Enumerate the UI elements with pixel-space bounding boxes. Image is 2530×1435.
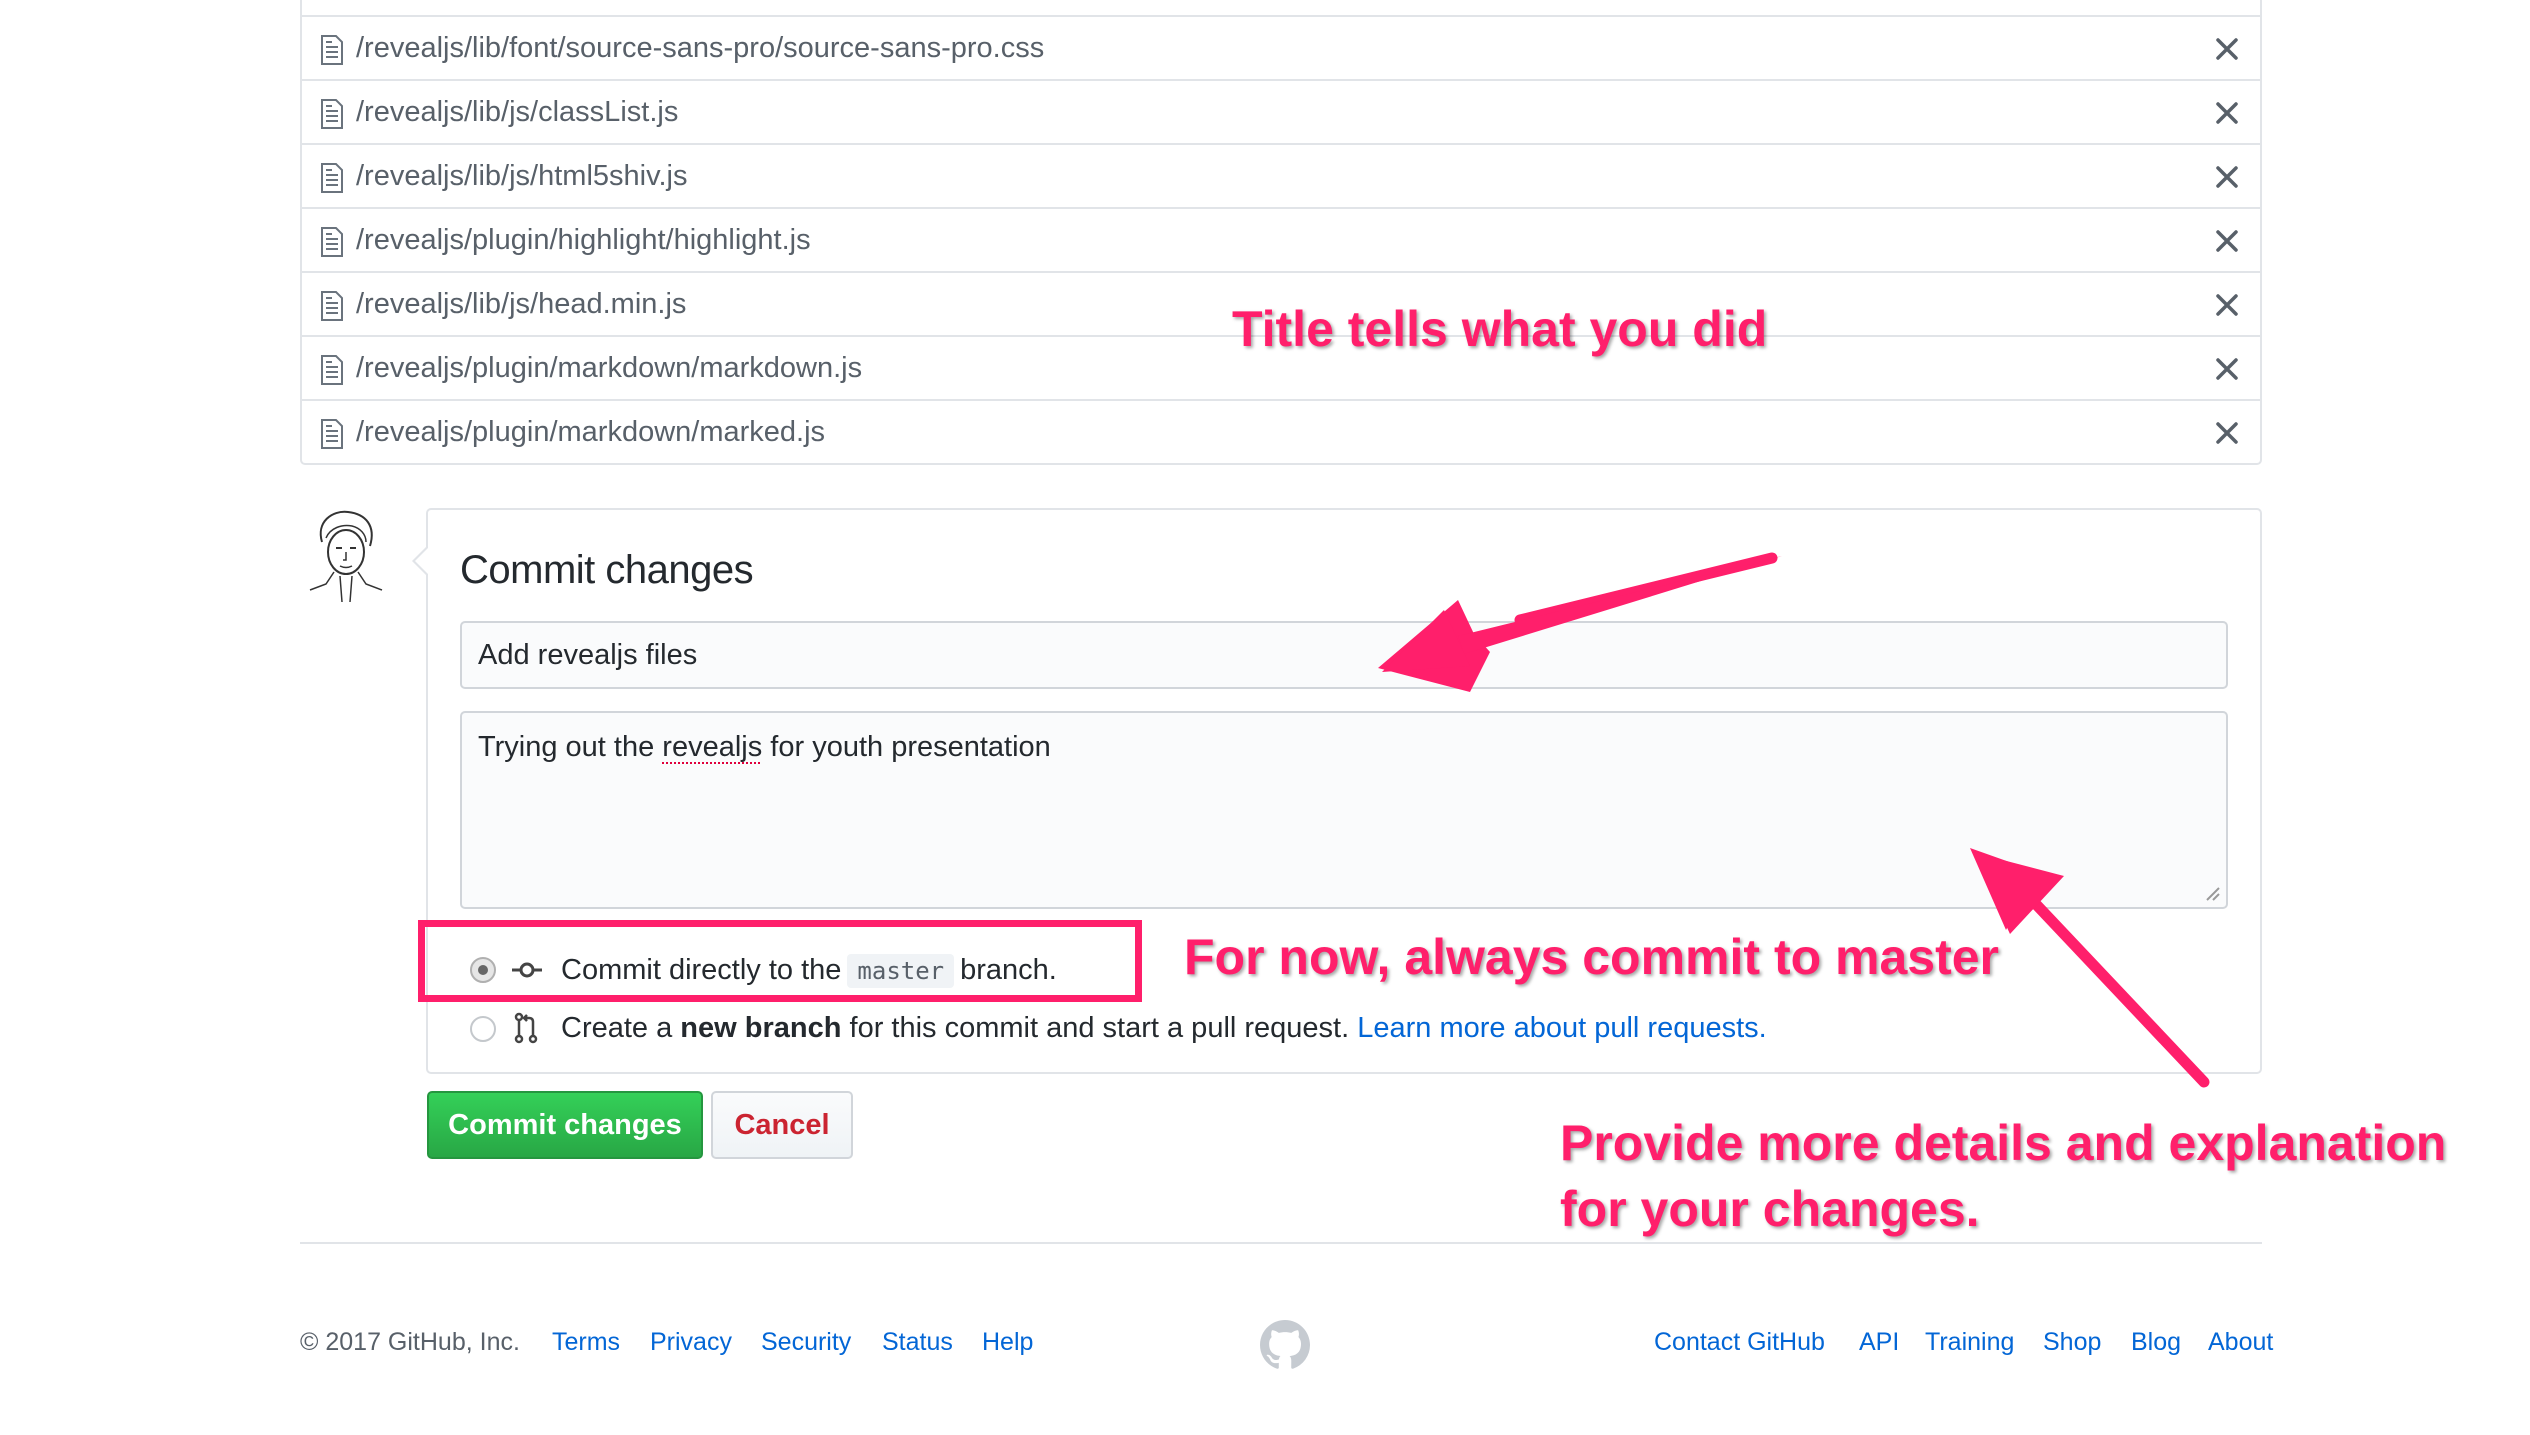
description-text: Trying out the <box>478 731 663 763</box>
misspelled-word: revealjs <box>662 731 763 763</box>
avatar <box>309 510 383 603</box>
file-row: /revealjs/plugin/markdown/marked.js <box>302 399 2260 463</box>
learn-more-pull-requests-link[interactable]: Learn more about pull requests. <box>1357 1012 1766 1044</box>
commit-summary-input[interactable]: Add revealjs files <box>460 621 2228 689</box>
file-text-icon <box>321 227 343 257</box>
commit-changes-button[interactable]: Commit changes <box>427 1091 703 1159</box>
new-branch-prefix: Create a <box>561 1012 673 1044</box>
footer-link-status[interactable]: Status <box>882 1326 953 1358</box>
file-text-icon <box>321 35 343 65</box>
file-path: /revealjs/lib/js/head.min.js <box>356 288 687 320</box>
file-text-icon <box>321 163 343 193</box>
x-icon[interactable] <box>2214 420 2240 446</box>
commit-heading: Commit changes <box>460 548 754 592</box>
commit-description-textarea[interactable]: Trying out the revealjs for youth presen… <box>460 711 2228 909</box>
footer-divider <box>300 1242 2262 1244</box>
description-text-end: for youth presentation <box>762 731 1051 763</box>
file-text-icon <box>321 291 343 321</box>
file-text-icon <box>321 99 343 129</box>
new-branch-bold: new branch <box>680 1012 842 1044</box>
file-text-icon <box>321 355 343 385</box>
x-icon[interactable] <box>2214 228 2240 254</box>
footer-link-about[interactable]: About <box>2208 1326 2273 1358</box>
footer-link-security[interactable]: Security <box>761 1326 851 1358</box>
file-row: /revealjs/lib/js/classList.js <box>302 79 2260 143</box>
file-path: /revealjs/plugin/markdown/markdown.js <box>356 352 863 384</box>
footer-copyright: © 2017 GitHub, Inc. <box>300 1328 520 1356</box>
footer-link-terms[interactable]: Terms <box>552 1326 620 1358</box>
file-row: /revealjs/lib/font/source-sans-pro/sourc… <box>302 15 2260 79</box>
footer-link-contact[interactable]: Contact GitHub <box>1654 1326 1825 1358</box>
file-list: /revealjs/lib/font/source-sans-pro/sourc… <box>300 0 2262 465</box>
new-branch-label[interactable]: Create a new branch for this commit and … <box>561 1010 1767 1046</box>
file-path: /revealjs/plugin/markdown/marked.js <box>356 416 826 448</box>
resize-grip-icon[interactable] <box>2202 883 2220 901</box>
file-row: /revealjs/plugin/highlight/highlight.js <box>302 207 2260 271</box>
footer-link-privacy[interactable]: Privacy <box>650 1326 732 1358</box>
x-icon[interactable] <box>2214 36 2240 62</box>
new-branch-radio[interactable] <box>470 1016 496 1042</box>
footer-link-api[interactable]: API <box>1859 1326 1899 1358</box>
x-icon[interactable] <box>2214 356 2240 382</box>
git-pull-request-icon <box>514 1012 538 1044</box>
footer-link-shop[interactable]: Shop <box>2043 1326 2101 1358</box>
footer-link-blog[interactable]: Blog <box>2131 1326 2181 1358</box>
annotation-title-note: Title tells what you did <box>1232 301 1768 357</box>
file-path: /revealjs/lib/font/source-sans-pro/sourc… <box>356 32 1045 64</box>
github-mark-icon[interactable] <box>1260 1320 1310 1370</box>
master-highlight-box <box>418 920 1142 1002</box>
file-path: /revealjs/plugin/highlight/highlight.js <box>356 224 811 256</box>
file-path: /revealjs/lib/js/html5shiv.js <box>356 160 688 192</box>
file-path: /revealjs/lib/js/classList.js <box>356 96 679 128</box>
file-row: /revealjs/lib/js/html5shiv.js <box>302 143 2260 207</box>
new-branch-middle: for this commit and start a pull request… <box>849 1012 1350 1044</box>
x-icon[interactable] <box>2214 164 2240 190</box>
footer-link-training[interactable]: Training <box>1925 1326 2014 1358</box>
annotation-master-note: For now, always commit to master <box>1184 929 2000 985</box>
x-icon[interactable] <box>2214 100 2240 126</box>
annotation-details-note-line1: Provide more details and explanation <box>1560 1115 2447 1171</box>
footer-link-help[interactable]: Help <box>982 1326 1033 1358</box>
annotation-details-note-line2: for your changes. <box>1560 1181 1980 1237</box>
x-icon[interactable] <box>2214 292 2240 318</box>
file-text-icon <box>321 419 343 449</box>
speech-caret-inner <box>415 548 428 574</box>
cancel-button[interactable]: Cancel <box>711 1091 853 1159</box>
